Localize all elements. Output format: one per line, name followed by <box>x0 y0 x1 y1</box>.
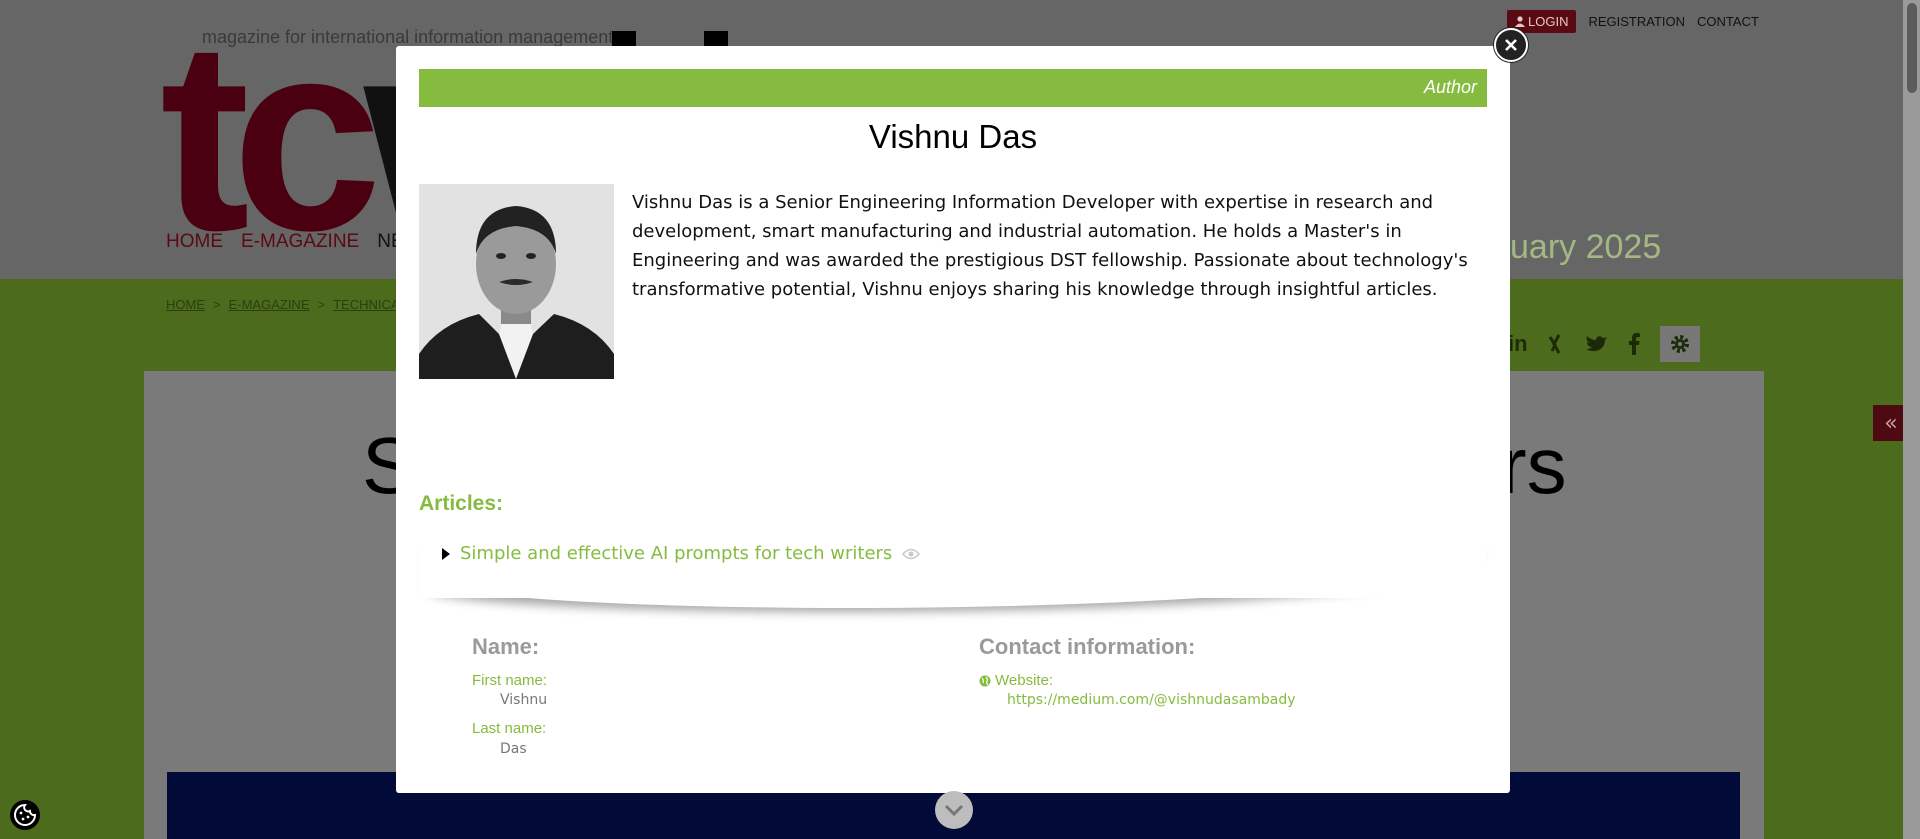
eye-icon[interactable] <box>902 548 921 560</box>
linkedin-icon[interactable]: in <box>1508 331 1528 357</box>
website-label-row: Website: <box>979 672 1053 689</box>
articles-heading: Articles: <box>419 492 504 515</box>
author-modal: Author Vishnu Das Vishnu Das is a Senior… <box>396 46 1510 793</box>
first-name-label: First name: <box>472 672 548 689</box>
close-modal-button[interactable] <box>1494 28 1528 62</box>
registration-link[interactable]: REGISTRATION <box>1588 14 1685 29</box>
scrollbar-thumb[interactable] <box>1907 3 1917 93</box>
breadcrumb-home[interactable]: HOME <box>166 297 205 312</box>
twitter-icon[interactable] <box>1585 335 1608 353</box>
author-portrait-image <box>419 184 614 379</box>
issue-date: uary 2025 <box>1510 228 1662 266</box>
xing-icon[interactable] <box>1548 334 1566 354</box>
social-share-bar: in <box>1508 326 1700 362</box>
facebook-icon[interactable] <box>1628 333 1640 355</box>
logo-mark <box>704 31 728 47</box>
double-chevron-left-icon: « <box>1884 410 1898 436</box>
breadcrumb-separator: > <box>317 297 326 312</box>
name-section-heading: Name: <box>472 634 540 659</box>
page-scrollbar[interactable] <box>1903 0 1920 839</box>
top-navigation: LOGIN REGISTRATION CONTACT <box>1507 10 1759 33</box>
chevron-down-icon <box>944 804 964 817</box>
user-icon <box>1515 16 1525 27</box>
first-name-value: Vishnu <box>500 692 548 708</box>
article-link[interactable]: Simple and effective AI prompts for tech… <box>460 543 892 564</box>
settings-button[interactable] <box>1659 326 1700 362</box>
nav-home[interactable]: HOME <box>166 231 223 253</box>
author-header-bar: Author <box>419 69 1487 107</box>
website-link[interactable]: https://medium.com/@vishnudasambady <box>1007 692 1296 708</box>
close-icon <box>1505 39 1517 51</box>
author-bio: Vishnu Das is a Senior Engineering Infor… <box>632 192 1468 300</box>
main-navigation: HOME E-MAGAZINE NE <box>166 231 404 253</box>
breadcrumb-emagazine[interactable]: E-MAGAZINE <box>229 297 310 312</box>
breadcrumb: HOME > E-MAGAZINE > TECHNICAL W <box>166 297 422 312</box>
contact-section-heading: Contact information: <box>979 634 1196 659</box>
author-name: Vishnu Das <box>868 118 1038 155</box>
scroll-down-button[interactable] <box>935 791 973 829</box>
contact-link[interactable]: CONTACT <box>1697 14 1759 29</box>
last-name-value: Das <box>500 741 527 757</box>
cookie-icon <box>14 803 37 826</box>
play-triangle-icon[interactable] <box>442 547 450 560</box>
globe-icon <box>979 675 991 686</box>
author-photo <box>419 184 614 379</box>
cookie-settings-button[interactable] <box>10 800 40 830</box>
last-name-label: Last name: <box>472 720 547 737</box>
breadcrumb-separator: > <box>213 297 221 312</box>
logo-mark <box>612 31 636 47</box>
gear-icon <box>1670 335 1689 353</box>
login-label: LOGIN <box>1528 14 1569 29</box>
list-item[interactable]: Simple and effective AI prompts for tech… <box>442 543 921 564</box>
nav-emagazine[interactable]: E-MAGAZINE <box>241 231 359 253</box>
author-bar-label: Author <box>1423 77 1477 97</box>
website-label: Website: <box>995 672 1054 689</box>
